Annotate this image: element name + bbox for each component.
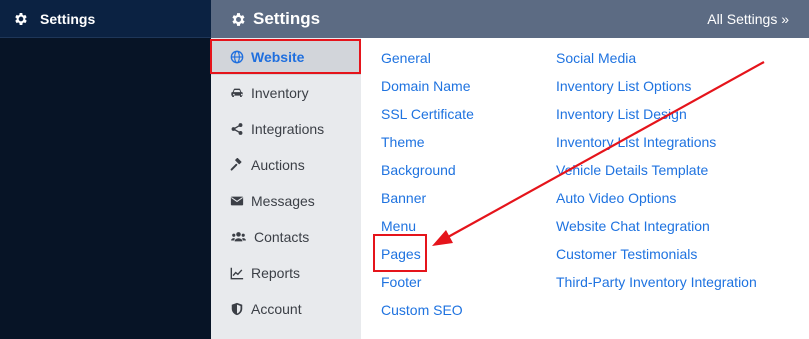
pages-highlight-box bbox=[373, 234, 427, 272]
link-inventory-list-design[interactable]: Inventory List Design bbox=[556, 106, 687, 122]
subnav-item-integrations[interactable]: Integrations bbox=[211, 111, 361, 147]
subnav-item-label: Account bbox=[251, 301, 302, 317]
shield-icon bbox=[231, 302, 243, 316]
link-domain-name[interactable]: Domain Name bbox=[381, 78, 470, 94]
link-inventory-list-integrations[interactable]: Inventory List Integrations bbox=[556, 134, 716, 150]
link-vehicle-details-template[interactable]: Vehicle Details Template bbox=[556, 162, 708, 178]
link-website-chat-integration[interactable]: Website Chat Integration bbox=[556, 218, 710, 234]
link-footer[interactable]: Footer bbox=[381, 274, 421, 290]
subnav-item-inventory[interactable]: Inventory bbox=[211, 75, 361, 111]
subnav-item-contacts[interactable]: Contacts bbox=[211, 219, 361, 255]
left-nav-settings[interactable]: Settings bbox=[0, 0, 211, 38]
settings-header-bar: Settings All Settings » bbox=[211, 0, 809, 38]
subnav-item-label: Integrations bbox=[251, 121, 325, 137]
subnav-item-label: Reports bbox=[251, 265, 301, 281]
settings-subnav: Website Inventory Integrations Auctions … bbox=[211, 38, 361, 339]
users-icon bbox=[231, 232, 246, 242]
gavel-icon bbox=[230, 158, 242, 171]
page-title: Settings bbox=[230, 9, 320, 29]
subnav-item-auctions[interactable]: Auctions bbox=[211, 147, 361, 183]
link-banner[interactable]: Banner bbox=[381, 190, 426, 206]
link-custom-seo[interactable]: Custom SEO bbox=[381, 302, 463, 318]
subnav-item-messages[interactable]: Messages bbox=[211, 183, 361, 219]
chart-icon bbox=[230, 267, 244, 280]
car-icon bbox=[231, 88, 243, 97]
link-auto-video-options[interactable]: Auto Video Options bbox=[556, 190, 676, 206]
link-theme[interactable]: Theme bbox=[381, 134, 425, 150]
website-highlight-box bbox=[210, 39, 361, 74]
link-social-media[interactable]: Social Media bbox=[556, 50, 636, 66]
envelope-icon bbox=[230, 196, 244, 206]
gear-icon bbox=[15, 12, 27, 25]
gear-icon bbox=[232, 12, 245, 26]
link-background[interactable]: Background bbox=[381, 162, 456, 178]
subnav-item-label: Inventory bbox=[251, 85, 309, 101]
left-navigation: Settings bbox=[0, 0, 211, 339]
link-menu[interactable]: Menu bbox=[381, 218, 416, 234]
link-general[interactable]: General bbox=[381, 50, 431, 66]
subnav-item-account[interactable]: Account bbox=[211, 291, 361, 327]
subnav-item-reports[interactable]: Reports bbox=[211, 255, 361, 291]
subnav-item-label: Messages bbox=[251, 193, 315, 209]
share-icon bbox=[231, 123, 243, 135]
arrow-head bbox=[432, 230, 453, 246]
all-settings-link[interactable]: All Settings » bbox=[707, 11, 789, 27]
page-title-text: Settings bbox=[253, 9, 321, 28]
link-customer-testimonials[interactable]: Customer Testimonials bbox=[556, 246, 697, 262]
link-inventory-list-options[interactable]: Inventory List Options bbox=[556, 78, 691, 94]
link-third-party-inventory-integration[interactable]: Third-Party Inventory Integration bbox=[556, 274, 757, 290]
subnav-item-label: Auctions bbox=[251, 157, 305, 173]
left-nav-title: Settings bbox=[40, 10, 96, 27]
link-ssl-certificate[interactable]: SSL Certificate bbox=[381, 106, 474, 122]
subnav-item-label: Contacts bbox=[254, 229, 310, 245]
